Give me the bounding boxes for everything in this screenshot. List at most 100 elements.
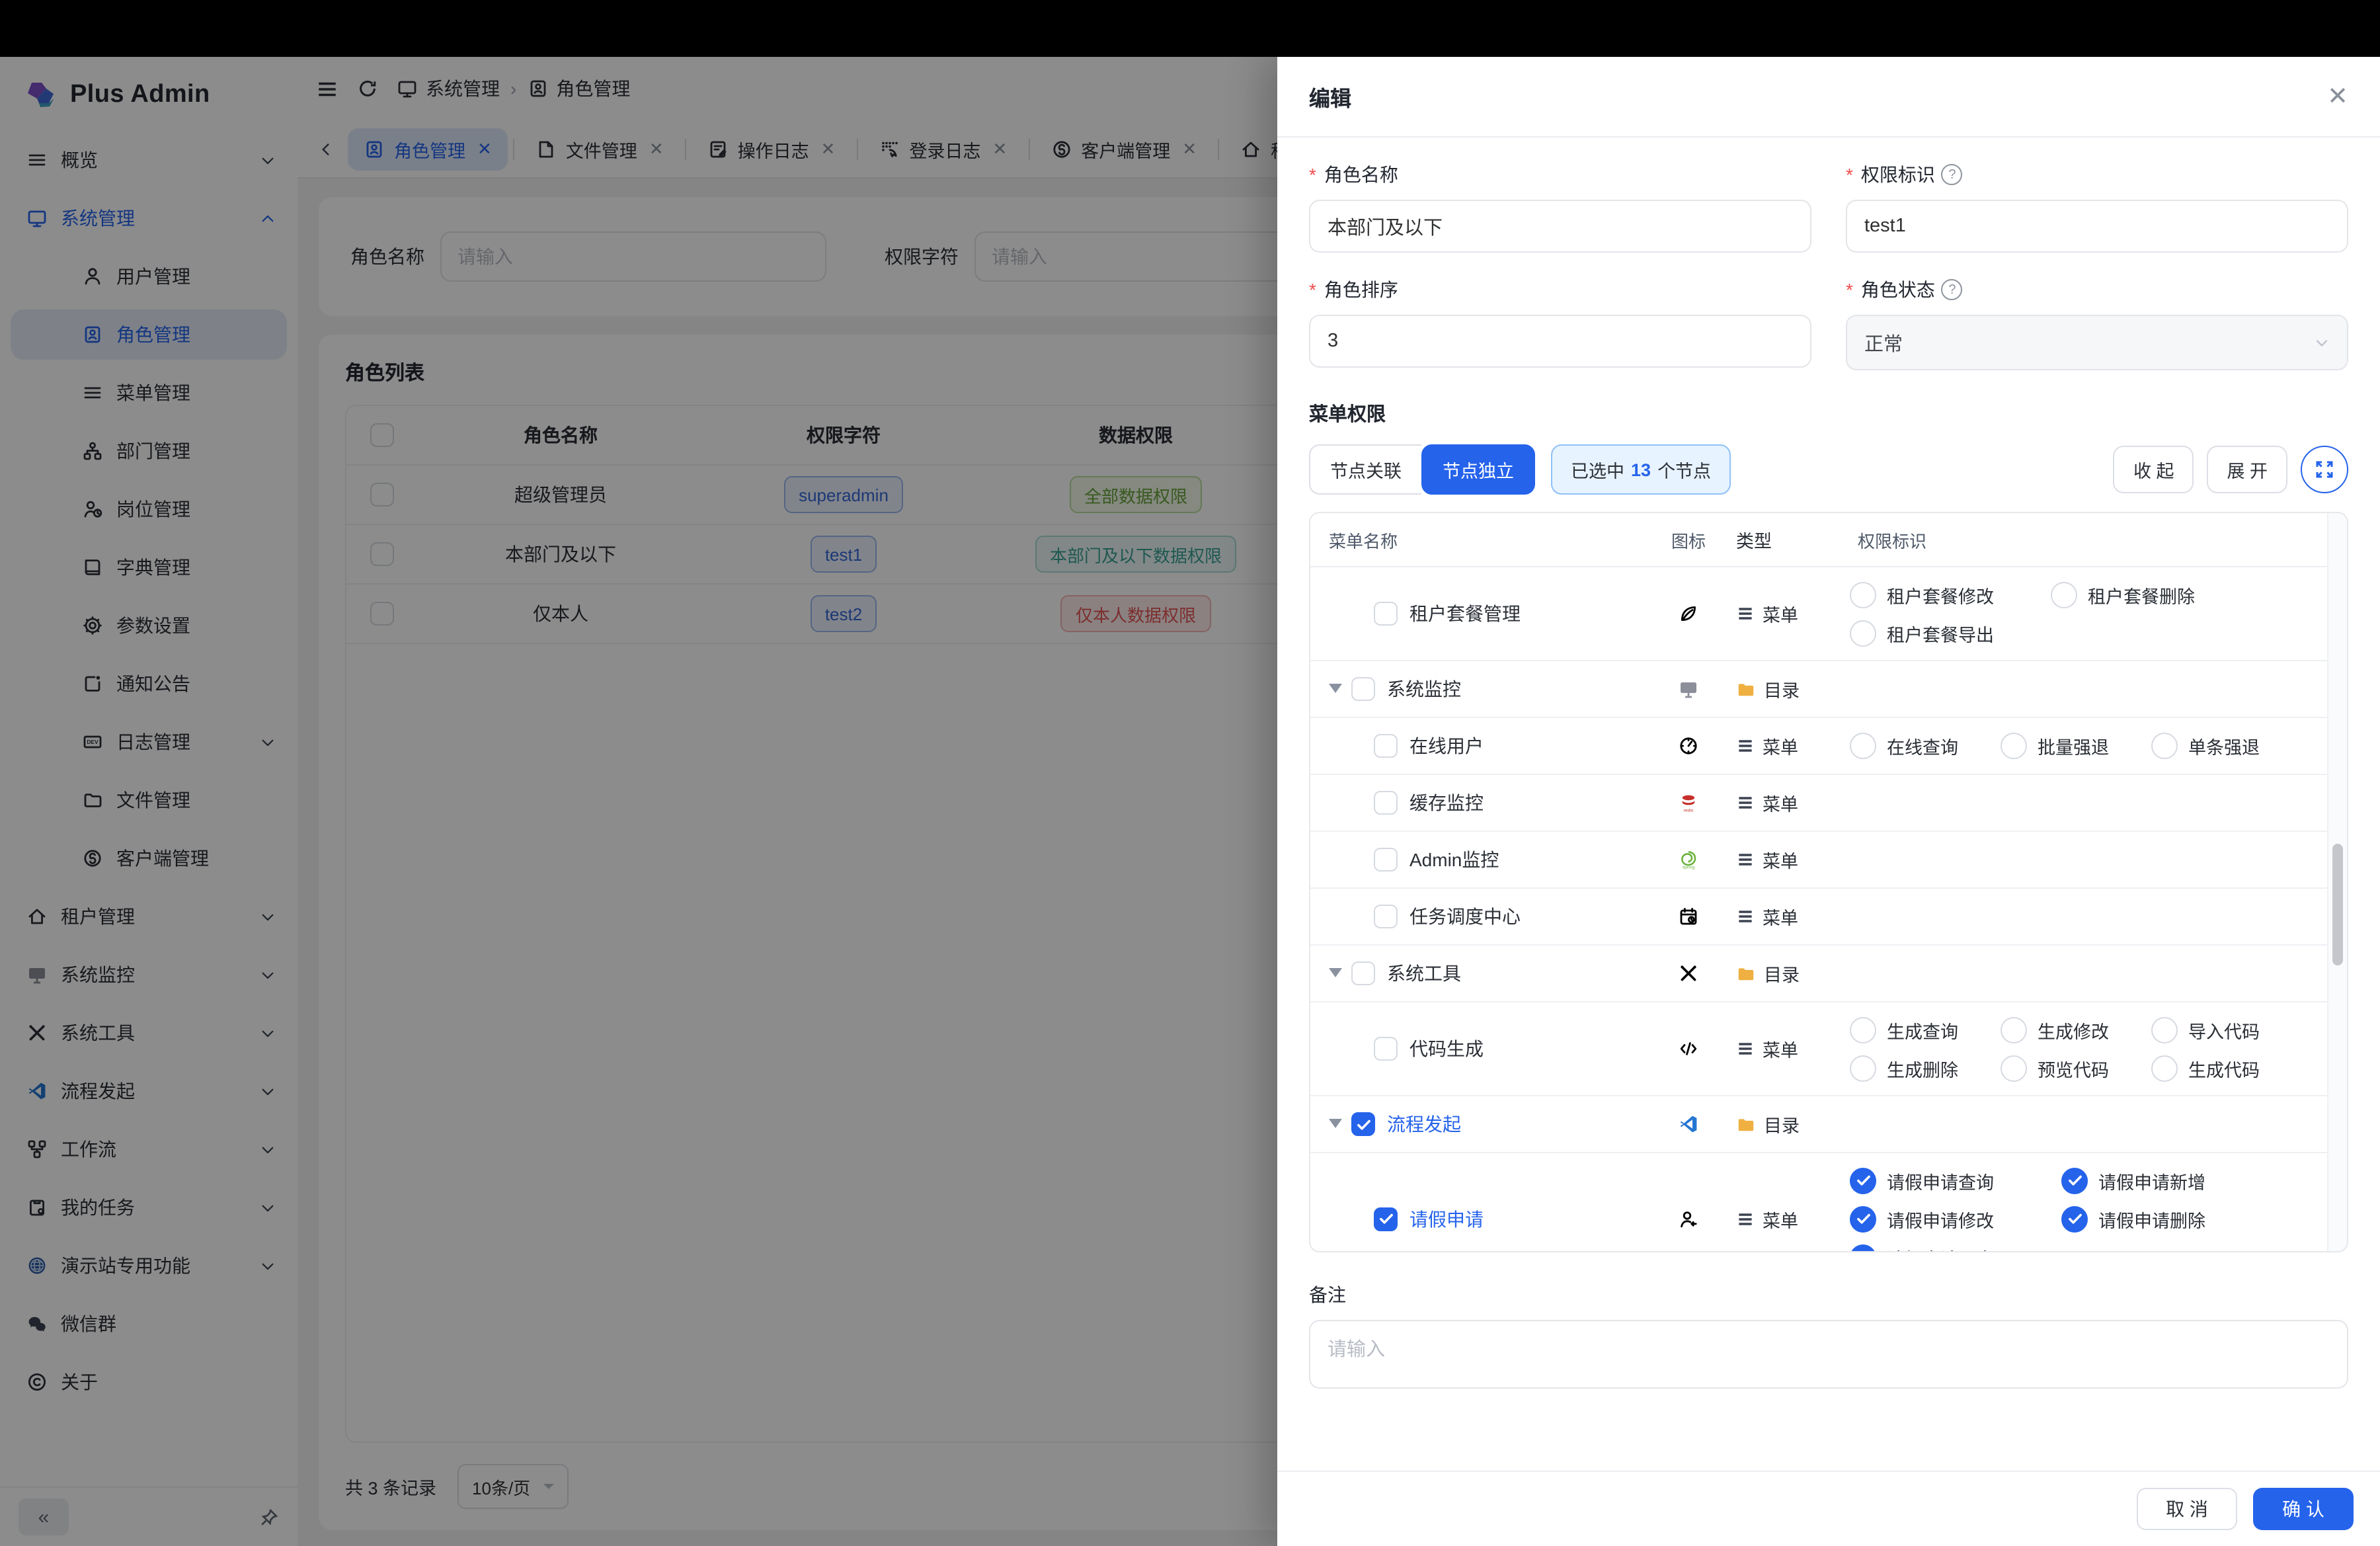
menu-type-icon [1736,793,1755,812]
fullscreen-button[interactable] [2301,446,2348,493]
menu-permission-section-label: 菜单权限 [1309,399,2348,427]
menu-permission-controls: 节点关联节点独立 已选中 13 个节点 收 起 展 开 [1309,444,2348,495]
permission-checkbox[interactable] [1850,620,1876,646]
code-icon [1678,1038,1699,1059]
permission-checkbox[interactable] [1850,733,1876,759]
permission-checkbox[interactable] [1850,1167,1876,1194]
note-textarea[interactable] [1309,1320,2348,1389]
permission-checkbox[interactable] [2151,1055,2178,1081]
collapse-all-button[interactable]: 收 起 [2114,446,2194,493]
node-type-label: 菜单 [1763,846,1798,873]
node-mode-option[interactable]: 节点独立 [1421,444,1535,495]
menu-type-icon [1736,604,1755,623]
permission-checkbox[interactable] [2061,1205,2088,1232]
tree-node-label: 请假申请 [1409,1205,1484,1232]
tree-row[interactable]: 请假申请菜单请假申请查询请假申请新增请假申请修改请假申请删除请假申请导出 [1310,1153,2328,1252]
tree-node-checkbox[interactable] [1351,1112,1375,1136]
help-icon[interactable]: ? [1942,164,1963,185]
node-type-label: 菜单 [1763,1036,1798,1062]
tree-row[interactable]: 在线用户菜单在线查询批量强退单条强退 [1310,718,2328,775]
permission-checkbox[interactable] [2001,733,2027,759]
tree-node-checkbox[interactable] [1374,791,1398,815]
role-sort-input[interactable] [1309,315,1811,368]
permission-tree-card: 菜单名称 图标 类型 权限标识 租户套餐管理菜单租户套餐修改租户套餐删除租户套餐… [1309,512,2348,1252]
tree-node-checkbox[interactable] [1374,734,1398,758]
node-mode-option[interactable]: 节点关联 [1309,444,1421,495]
required-mark: * [1846,279,1853,300]
permission-option[interactable]: 租户套餐删除 [2051,581,2252,608]
field-role-status: * 角色状态 ? 正常 [1846,276,2348,370]
permission-label: 生成代码 [2188,1055,2260,1081]
permission-checkbox[interactable] [2151,1016,2178,1043]
role-name-input[interactable] [1309,200,1811,253]
permission-checkbox[interactable] [1850,1205,1876,1232]
permission-checkbox[interactable] [1850,581,1876,608]
caret-down-icon[interactable] [1329,968,1342,984]
permission-option[interactable]: 导入代码 [2151,1016,2302,1043]
permission-label: 租户套餐删除 [2088,581,2195,608]
permission-option[interactable]: 生成代码 [2151,1055,2302,1081]
tree-row[interactable]: 系统工具目录 [1310,946,2328,1002]
tree-node-checkbox[interactable] [1351,677,1375,701]
permission-label: 单条强退 [2188,733,2260,759]
required-mark: * [1309,279,1316,300]
permission-option[interactable]: 租户套餐导出 [1850,620,2051,646]
permission-label: 请假申请导出 [1887,1244,1994,1252]
permission-option[interactable]: 单条强退 [2151,733,2302,759]
help-icon[interactable]: ? [1942,279,1963,300]
node-type-label: 菜单 [1763,600,1798,627]
tree-row[interactable]: 缓存监控redis菜单 [1310,775,2328,832]
permission-checkbox[interactable] [2001,1016,2027,1043]
permission-checkbox[interactable] [2061,1167,2088,1194]
permission-option[interactable]: 请假申请导出 [1850,1244,2061,1252]
permission-option[interactable]: 请假申请新增 [2061,1167,2273,1194]
permission-checkbox[interactable] [1850,1016,1876,1043]
permission-label: 请假申请新增 [2098,1167,2205,1194]
tree-row[interactable]: 代码生成菜单生成查询生成修改导入代码生成删除预览代码生成代码 [1310,1002,2328,1096]
menu-type-icon [1736,1209,1755,1228]
node-mode-segmented: 节点关联节点独立 [1309,444,1535,495]
tree-row[interactable]: 流程发起目录 [1310,1096,2328,1153]
permission-option[interactable]: 请假申请删除 [2061,1205,2273,1232]
permission-option[interactable]: 预览代码 [2001,1055,2151,1081]
tree-node-checkbox[interactable] [1351,961,1375,985]
caret-down-icon[interactable] [1329,1119,1342,1135]
permission-option[interactable]: 请假申请修改 [1850,1205,2061,1232]
tree-node-checkbox[interactable] [1374,1207,1398,1231]
app-root: Plus Admin 概览系统管理用户管理角色管理菜单管理部门管理岗位管理字典管… [0,0,2380,1546]
tree-row[interactable]: Admin监控spring菜单 [1310,832,2328,889]
permission-checkbox[interactable] [1850,1244,1876,1252]
tree-row[interactable]: 任务调度中心菜单 [1310,889,2328,946]
cancel-button[interactable]: 取 消 [2137,1488,2237,1530]
modal-overlay[interactable] [0,57,1277,1546]
node-type-label: 目录 [1764,1111,1800,1137]
caret-down-icon[interactable] [1329,684,1342,700]
permission-option[interactable]: 生成查询 [1850,1016,2001,1043]
tree-column-header: 图标 [1641,527,1736,552]
permission-checkbox[interactable] [2051,581,2077,608]
tree-scrollbar-thumb[interactable] [2332,844,2343,965]
permission-checkbox[interactable] [2001,1055,2027,1081]
tree-node-checkbox[interactable] [1374,905,1398,928]
expand-all-button[interactable]: 展 开 [2207,446,2287,493]
tree-scrollbar-track[interactable] [2327,513,2347,1251]
tree-node-checkbox[interactable] [1374,1037,1398,1061]
permission-option[interactable]: 请假申请查询 [1850,1167,2061,1194]
permission-checkbox[interactable] [1850,1055,1876,1081]
permission-option[interactable]: 租户套餐修改 [1850,581,2051,608]
role-status-select[interactable]: 正常 [1846,315,2348,370]
perm-key-input[interactable] [1846,200,2348,253]
tree-row[interactable]: 系统监控目录 [1310,661,2328,718]
close-icon[interactable]: ✕ [2327,84,2348,109]
permission-checkbox[interactable] [2151,733,2178,759]
tree-node-label: 任务调度中心 [1409,903,1521,930]
tree-node-checkbox[interactable] [1374,848,1398,872]
permission-option[interactable]: 生成修改 [2001,1016,2151,1043]
tree-node-checkbox[interactable] [1374,602,1398,626]
permission-option[interactable]: 生成删除 [1850,1055,2001,1081]
permission-option[interactable]: 批量强退 [2001,733,2151,759]
confirm-button[interactable]: 确 认 [2253,1488,2354,1530]
tree-row[interactable]: 租户套餐管理菜单租户套餐修改租户套餐删除租户套餐导出 [1310,567,2328,661]
permission-option[interactable]: 在线查询 [1850,733,2001,759]
node-type-label: 菜单 [1763,790,1798,816]
